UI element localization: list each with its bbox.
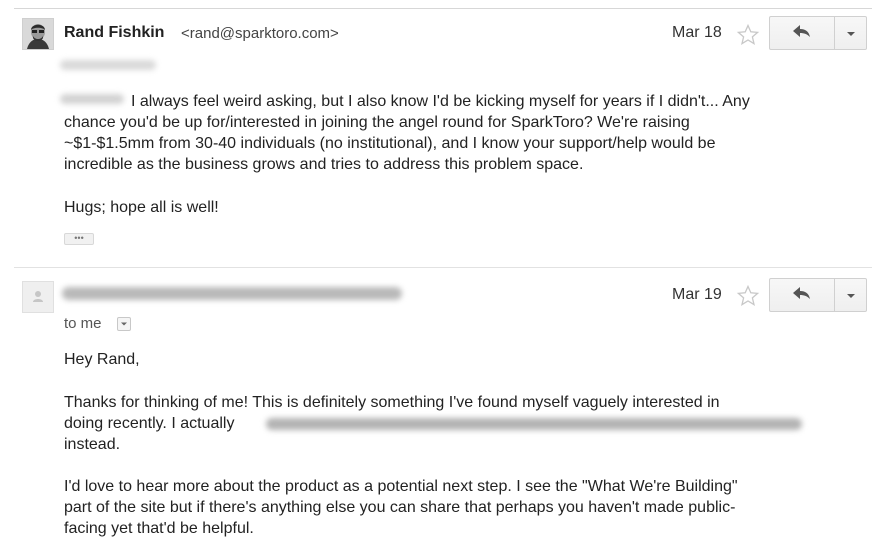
message-body-line: instead. — [64, 436, 121, 453]
message-date[interactable]: Mar 18 — [672, 24, 722, 42]
caret-down-icon — [846, 24, 856, 42]
more-options-button[interactable] — [835, 16, 867, 50]
chevron-down-icon — [118, 318, 130, 330]
sender-avatar-default[interactable] — [22, 281, 54, 313]
sender-name[interactable]: Rand Fishkin — [64, 24, 164, 42]
redacted-sender-name — [62, 287, 402, 300]
recipient-summary: to me — [64, 315, 102, 332]
message-body-line: I always feel weird asking, but I also k… — [131, 93, 750, 110]
message-body-line: Thanks for thinking of me! This is defin… — [64, 394, 720, 411]
star-icon[interactable] — [736, 284, 760, 308]
star-icon[interactable] — [736, 23, 760, 47]
top-divider — [14, 8, 872, 9]
message-body-line: part of the site but if there's anything… — [64, 499, 736, 516]
sender-avatar[interactable] — [22, 18, 54, 50]
reply-arrow-icon — [792, 24, 812, 43]
message-signoff: Hugs; hope all is well! — [64, 199, 219, 216]
message-body-line: ~$1-$1.5mm from 30-40 individuals (no in… — [64, 135, 716, 152]
message-body-line: I'd love to hear more about the product … — [64, 478, 738, 495]
person-silhouette-icon — [23, 291, 53, 316]
message-date[interactable]: Mar 19 — [672, 286, 722, 304]
redacted-text — [266, 418, 802, 430]
reply-button[interactable] — [769, 278, 835, 312]
reply-button[interactable] — [769, 16, 835, 50]
show-trimmed-content-button[interactable]: ••• — [64, 233, 94, 245]
show-details-button[interactable] — [117, 317, 131, 331]
reply-arrow-icon — [792, 286, 812, 305]
message-divider — [14, 267, 872, 268]
redacted-recipient — [60, 60, 156, 70]
message-body-line: facing yet that'd be helpful. — [64, 520, 254, 537]
message-body-line: chance you'd be up for/interested in joi… — [64, 114, 690, 131]
message-body-line: doing recently. I actually — [64, 415, 235, 432]
message-body-line: incredible as the business grows and tri… — [64, 156, 584, 173]
caret-down-icon — [846, 286, 856, 304]
redacted-salutation — [60, 94, 124, 104]
more-options-button[interactable] — [835, 278, 867, 312]
message-greeting: Hey Rand, — [64, 351, 140, 368]
sender-email: <rand@sparktoro.com> — [181, 25, 339, 42]
